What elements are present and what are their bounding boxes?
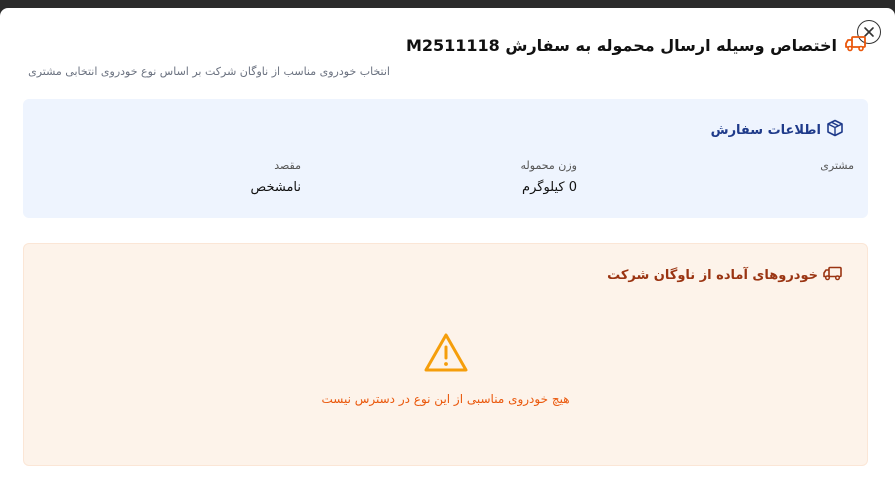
box-icon [826,119,844,141]
order-info-title: اطلاعات سفارش [710,122,821,138]
fleet-card: خودروهای آماده از ناوگان شرکت هیچ خودروی… [23,243,868,466]
weight-label: وزن محموله [520,159,577,172]
customer-label: مشتری [820,159,854,172]
weight-field: وزن محموله 0 کیلوگرم [521,159,577,195]
warning-icon [424,333,467,372]
weight-value: 0 کیلوگرم [522,180,577,195]
order-info-card: اطلاعات سفارش مشتری وزن محموله 0 کیلوگرم… [23,99,868,218]
customer-field: مشتری [820,159,854,180]
fleet-header: خودروهای آماده از ناوگان شرکت [607,265,843,285]
dialog-title: اختصاص وسیله ارسال محموله به سفارش M2511… [405,35,837,55]
empty-message: هیچ خودروی مناسبی از این نوع در دسترس نی… [321,392,570,406]
assign-vehicle-dialog: اختصاص وسیله ارسال محموله به سفارش M2511… [0,8,895,485]
fleet-title: خودروهای آماده از ناوگان شرکت [607,267,818,283]
dialog-subtitle: انتخاب خودروی مناسب از ناوگان شرکت بر اس… [28,65,390,78]
destination-value: نامشخص [250,180,301,195]
order-info-header: اطلاعات سفارش [711,119,844,141]
truck-icon [823,265,843,285]
destination-label: مقصد [274,159,301,172]
dialog-header: اختصاص وسیله ارسال محموله به سفارش M2511… [406,34,867,56]
truck-icon [845,34,867,56]
empty-state: هیچ خودروی مناسبی از این نوع در دسترس نی… [24,332,867,406]
destination-field: مقصد نامشخص [251,159,301,195]
